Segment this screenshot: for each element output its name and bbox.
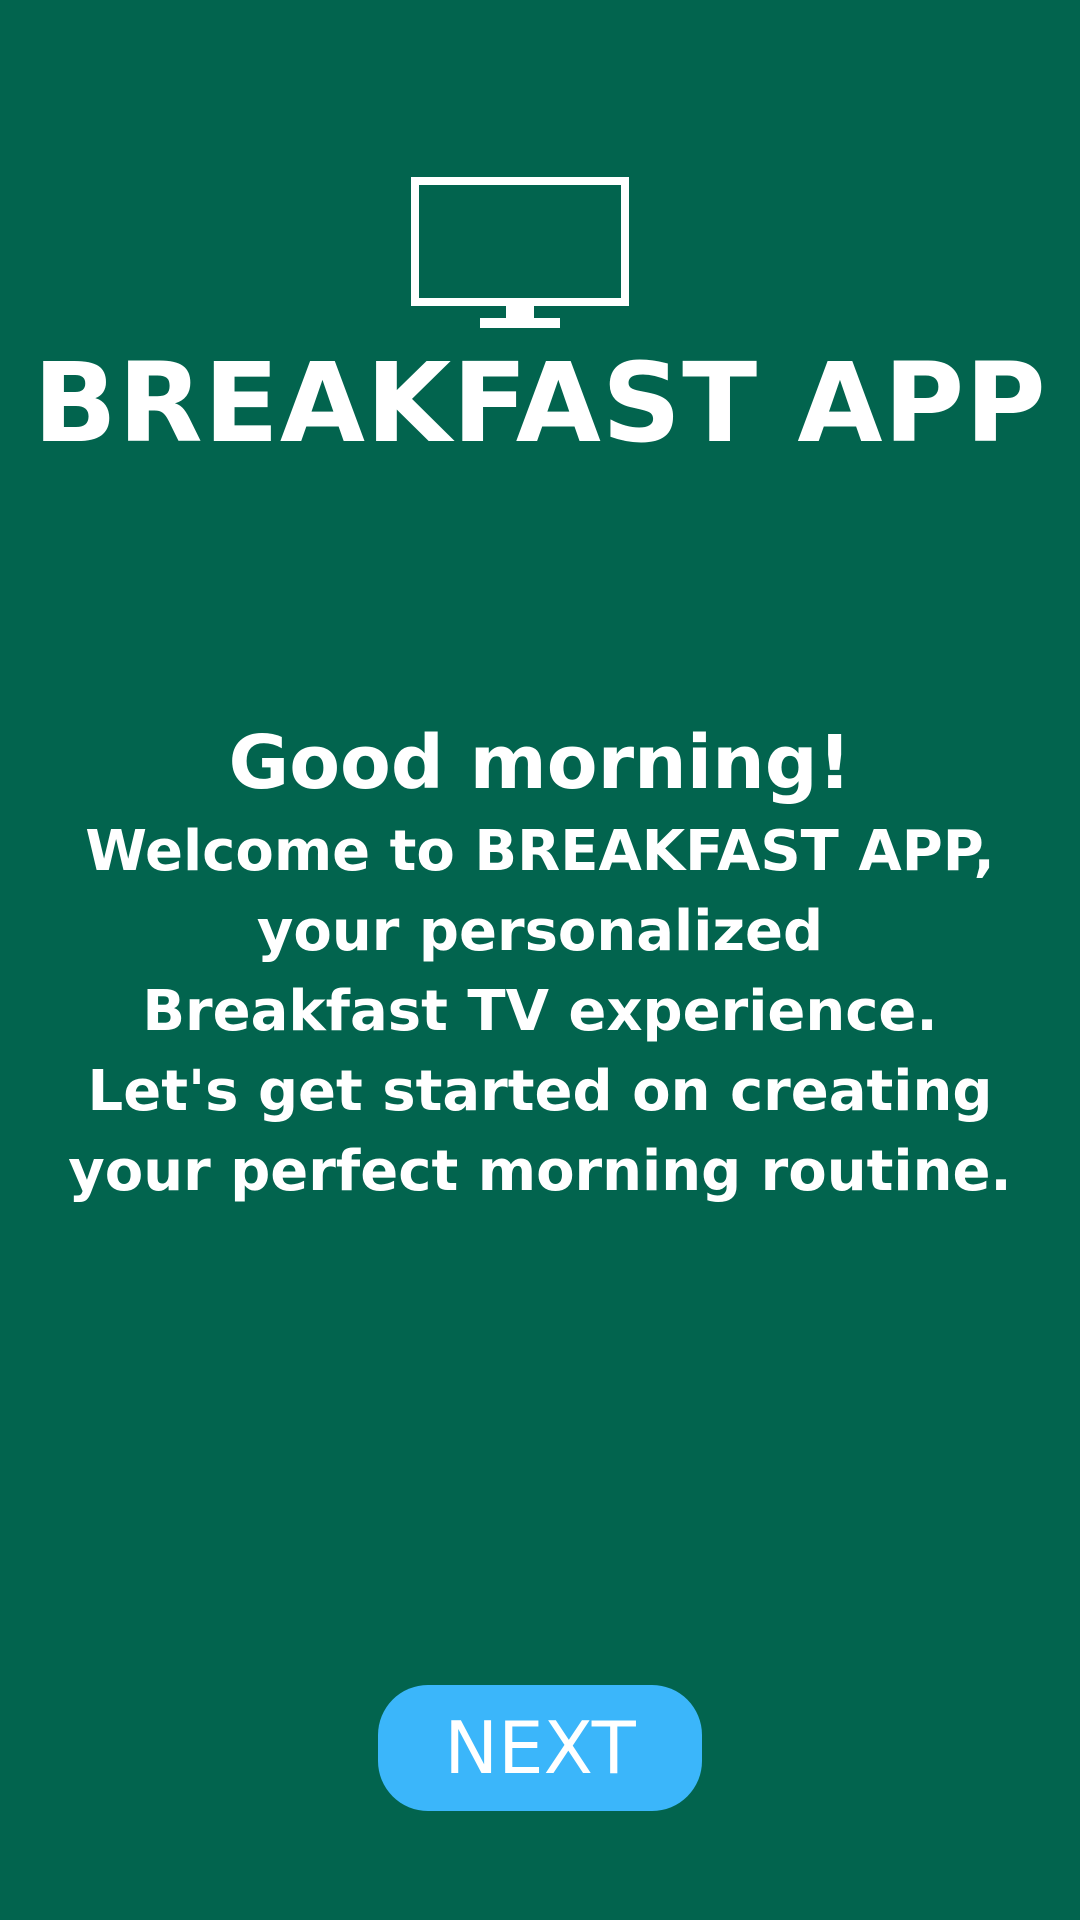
welcome-screen: BREAKFAST APP Good morning! Welcome to B… xyxy=(0,0,1080,1920)
welcome-line: Let's get started on creating xyxy=(87,1059,993,1124)
welcome-line: your perfect morning routine. xyxy=(68,1139,1012,1204)
next-button[interactable]: NEXT xyxy=(378,1685,702,1811)
welcome-line: Welcome to BREAKFAST APP, xyxy=(85,819,995,884)
app-title: BREAKFAST APP xyxy=(33,339,1047,467)
welcome-line: Breakfast TV experience. xyxy=(142,979,938,1044)
welcome-message: Welcome to BREAKFAST APP, your personali… xyxy=(0,812,1080,1212)
welcome-line: your personalized xyxy=(256,899,824,964)
tv-icon xyxy=(410,176,630,332)
greeting-heading: Good morning! xyxy=(228,720,852,806)
